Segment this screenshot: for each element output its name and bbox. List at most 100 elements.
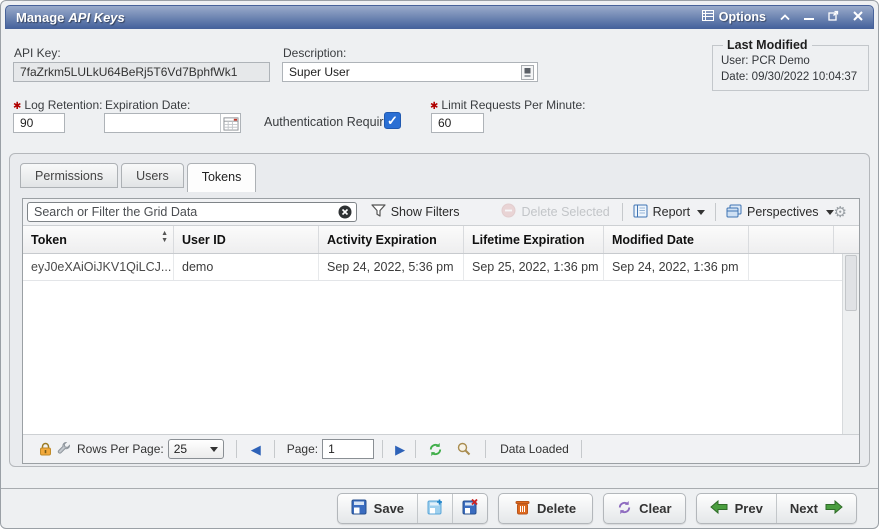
expiration-date-field[interactable] [105,114,220,132]
grid-scrollbar[interactable] [842,254,859,434]
toolbar-separator [622,203,623,221]
grid-pager: Rows Per Page: 25 ◀ Page: ▶ [23,434,859,463]
title-prefix: Manage [16,10,64,25]
show-filters-label: Show Filters [391,205,460,219]
clear-button[interactable]: Clear [604,494,685,523]
options-button[interactable]: Options [702,8,766,26]
calendar-icon[interactable] [220,114,240,132]
table-row[interactable]: eyJ0eXAiOiJKV1QiLCJ... demo Sep 24, 2022… [23,254,842,281]
chevron-up-icon [780,8,790,26]
column-header-lifetime-expiration[interactable]: Lifetime Expiration [464,226,604,253]
delete-button[interactable]: Delete [499,494,592,523]
report-caret-icon [697,210,705,215]
description-field[interactable] [283,63,520,81]
prev-arrow-icon [710,500,728,517]
perspectives-icon [726,204,742,221]
tab-permissions[interactable]: Permissions [20,163,118,188]
save-close-icon [462,499,478,518]
report-button[interactable]: Report [633,204,706,221]
prev-page-icon[interactable]: ◀ [251,443,261,456]
grid-body: eyJ0eXAiOiJKV1QiLCJ... demo Sep 24, 2022… [23,254,842,434]
tab-users[interactable]: Users [121,163,184,188]
wrench-icon[interactable] [57,442,71,456]
pager-separator-3 [382,440,383,458]
save-button[interactable]: Save [338,494,417,523]
select-caret-icon [210,447,218,452]
footer-buttons: Save Delete [337,493,857,524]
column-header-user-id[interactable]: User ID [174,226,319,253]
column-header-modified-date[interactable]: Modified Date [604,226,749,253]
log-retention-field[interactable] [13,113,65,133]
save-icon [351,499,367,518]
footer-divider [1,488,878,489]
delete-selected-label: Delete Selected [521,205,609,219]
show-filters-button[interactable]: Show Filters [371,204,460,220]
pager-separator-2 [274,440,275,458]
scrollbar-thumb[interactable] [845,255,857,311]
title-emphasis: API Keys [68,10,124,25]
pager-separator-1 [236,440,237,458]
page-input[interactable] [322,439,374,459]
limit-requests-field[interactable] [431,113,484,133]
last-modified-date: Date: 09/30/2022 10:04:37 [721,69,862,85]
pager-separator-5 [485,440,486,458]
report-label: Report [653,205,691,219]
required-marker: ✱ [13,101,21,112]
column-header-activity-expiration[interactable]: Activity Expiration [319,226,464,253]
minimize-button[interactable] [804,8,814,26]
field-tool-icon[interactable] [520,64,535,80]
authentication-required-checkbox[interactable] [384,112,401,129]
prev-next-button-group: Prev Next [696,493,857,524]
popout-button[interactable] [828,8,839,26]
pager-separator-6 [581,440,582,458]
options-list-icon [702,8,714,26]
rows-per-page-select[interactable]: 25 [168,439,224,459]
column-header-token[interactable]: Token [23,226,174,253]
save-close-button[interactable] [452,494,487,523]
delete-selected-icon [501,203,516,221]
cell-empty [749,254,842,280]
tab-strip: Permissions Users Tokens [20,163,256,192]
next-arrow-icon [825,500,843,517]
gear-icon[interactable]: ⚙ [834,205,847,220]
last-modified-user: User: PCR Demo [721,53,862,69]
api-key-label: API Key: [14,46,61,60]
window-title: Manage API Keys [16,10,125,25]
collapse-button[interactable] [780,8,790,26]
perspectives-button[interactable]: Perspectives [726,204,834,221]
prev-button[interactable]: Prev [697,494,776,523]
grid-search-input[interactable] [27,202,357,222]
cell-lifetime-expiration: Sep 25, 2022, 1:36 pm [464,254,604,280]
next-button[interactable]: Next [776,494,856,523]
tokens-grid: Show Filters Delete Selected Report [22,198,860,464]
magnifier-icon[interactable] [457,442,471,456]
log-retention-label: ✱Log Retention: [13,98,102,112]
expiration-date-wrap [104,113,241,133]
refresh-icon[interactable] [428,442,443,457]
popout-icon [828,8,839,26]
save-new-icon [427,499,443,518]
filter-funnel-icon [371,204,386,220]
next-page-icon[interactable]: ▶ [395,443,405,456]
tab-tokens[interactable]: Tokens [187,163,257,192]
close-button[interactable] [853,8,863,26]
cell-modified-date: Sep 24, 2022, 1:36 pm [604,254,749,280]
grid-toolbar: Show Filters Delete Selected Report [23,199,859,226]
api-key-field[interactable] [13,62,270,82]
manage-api-keys-window: Manage API Keys Options [0,0,879,529]
column-header-scroll-spacer [834,226,859,253]
titlebar: Manage API Keys Options [5,5,874,29]
cell-activity-expiration: Sep 24, 2022, 5:36 pm [319,254,464,280]
save-new-button[interactable] [417,494,452,523]
required-marker-2: ✱ [430,101,438,112]
rows-per-page-label: Rows Per Page: [77,442,164,456]
column-header-empty [749,226,834,253]
sort-icon[interactable] [161,230,168,244]
limit-requests-label: ✱Limit Requests Per Minute: [430,98,585,112]
clear-search-icon[interactable] [338,205,352,219]
lock-icon[interactable] [39,442,52,456]
title-controls: Options [702,8,863,26]
clear-icon [617,500,632,518]
clear-button-group: Clear [603,493,686,524]
authentication-required-label: Authentication Required: [264,115,401,129]
